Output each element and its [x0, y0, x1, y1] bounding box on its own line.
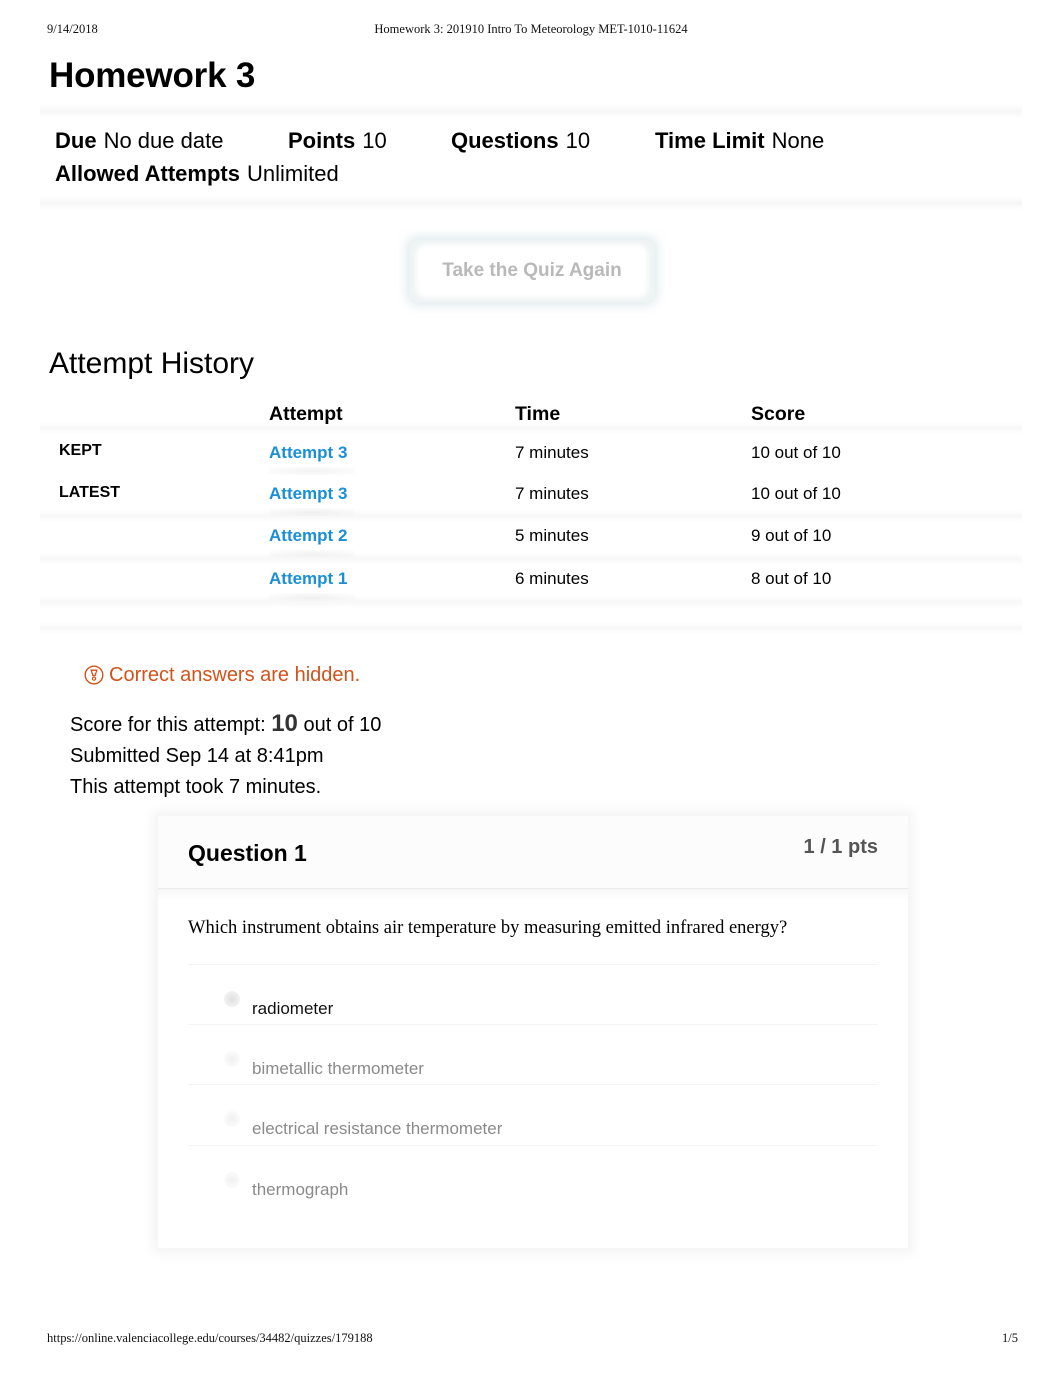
detail-time-limit: Time Limit None: [655, 124, 824, 158]
detail-questions: Questions 10: [451, 124, 590, 158]
warning-bulb-icon: [84, 665, 104, 685]
detail-value: 10: [565, 128, 591, 153]
score-suffix: out of 10: [303, 714, 382, 736]
detail-value: Unlimited: [246, 161, 339, 186]
attempt-link[interactable]: Attempt 3: [269, 484, 356, 516]
correct-answers-hidden-notice: Correct answers are hidden.: [84, 664, 360, 687]
take-quiz-again-button[interactable]: Take the Quiz Again: [420, 248, 644, 294]
attempt-history-title: Attempt History: [49, 347, 255, 380]
answer-text: radiometer: [252, 999, 334, 1018]
answer-option[interactable]: electrical resistance thermometer: [188, 1084, 878, 1145]
answer-radio[interactable]: [224, 1051, 240, 1067]
attempt-score: 10 out of 10: [751, 443, 841, 462]
divider: [40, 596, 1022, 608]
question-text: Which instrument obtains air temperature…: [188, 918, 788, 938]
detail-allowed-attempts: Allowed Attempts Unlimited: [55, 157, 339, 191]
question-title: Question 1: [188, 840, 307, 866]
submitted-time: Submitted Sep 14 at 8:41pm: [70, 745, 324, 767]
attempt-score: 10 out of 10: [751, 484, 841, 503]
score-value: 10: [271, 710, 298, 737]
detail-label: Questions: [451, 128, 559, 153]
attempt-summary: Score for this attempt: 10 out of 10 Sub…: [70, 708, 381, 803]
divider: [40, 104, 1022, 118]
answer-option[interactable]: bimetallic thermometer: [188, 1024, 878, 1085]
attempt-history-table: Attempt Time Score KEPT Attempt 3 7 minu…: [40, 398, 1022, 634]
column-header-score: Score: [751, 403, 806, 425]
print-title: Homework 3: 201910 Intro To Meteorology …: [374, 22, 688, 36]
question-points: 1 / 1 pts: [803, 836, 878, 858]
question-header: Question 1 1 / 1 pts: [158, 816, 908, 900]
page-title: Homework 3: [49, 56, 256, 95]
detail-label: Allowed Attempts: [55, 161, 240, 186]
divider: [40, 553, 1022, 565]
page-number: 1/5: [1002, 1331, 1018, 1345]
detail-label: Due: [55, 128, 97, 153]
latest-badge: LATEST: [59, 484, 121, 501]
attempt-time: 5 minutes: [515, 526, 589, 545]
detail-value: 10: [362, 128, 387, 153]
attempt-time: 7 minutes: [515, 443, 589, 462]
detail-due: Due No due date: [55, 124, 223, 158]
detail-label: Points: [288, 128, 356, 153]
detail-value: No due date: [103, 128, 224, 153]
answer-radio[interactable]: [224, 1172, 240, 1188]
divider: [40, 510, 1022, 522]
column-header-time: Time: [515, 403, 561, 425]
attempt-score: 9 out of 10: [751, 526, 832, 545]
attempt-time: 7 minutes: [515, 484, 589, 503]
take-quiz-button-wrap: Take the Quiz Again: [410, 240, 654, 302]
answer-text: electrical resistance thermometer: [252, 1119, 503, 1138]
divider: [40, 196, 1022, 210]
print-header: 9/14/2018 Homework 3: 201910 Intro To Me…: [47, 22, 1015, 40]
detail-points: Points 10: [288, 124, 387, 158]
attempt-time: 6 minutes: [515, 569, 589, 588]
answer-text: thermograph: [252, 1180, 349, 1199]
attempt-duration: This attempt took 7 minutes.: [70, 776, 322, 798]
answer-text: bimetallic thermometer: [252, 1059, 424, 1078]
kept-badge: KEPT: [59, 442, 102, 459]
detail-value: None: [771, 128, 825, 153]
answer-radio[interactable]: [224, 991, 240, 1007]
answer-radio[interactable]: [224, 1111, 240, 1127]
print-url: https://online.valenciacollege.edu/cours…: [47, 1331, 373, 1345]
question-card: Question 1 1 / 1 pts Which instrument ob…: [158, 816, 908, 1248]
divider: [40, 622, 1022, 634]
attempt-score-line: Score for this attempt: 10 out of 10: [70, 708, 381, 741]
notice-text: Correct answers are hidden.: [109, 664, 361, 686]
attempt-link[interactable]: Attempt 3: [269, 443, 356, 475]
attempt-link[interactable]: Attempt 2: [269, 526, 356, 558]
attempt-link[interactable]: Attempt 1: [269, 569, 356, 601]
score-prefix: Score for this attempt:: [70, 714, 266, 736]
column-header-attempt: Attempt: [269, 403, 343, 425]
answer-option[interactable]: radiometer: [188, 964, 878, 1025]
answer-option[interactable]: thermograph: [188, 1145, 878, 1206]
attempt-score: 8 out of 10: [751, 569, 832, 588]
detail-label: Time Limit: [655, 128, 765, 153]
